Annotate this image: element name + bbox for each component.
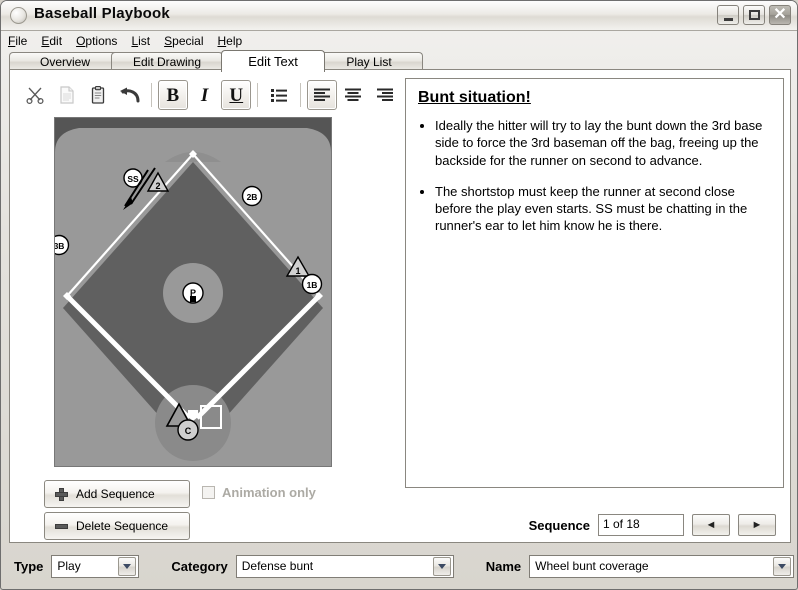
tab-edit-drawing[interactable]: Edit Drawing: [111, 52, 223, 70]
tab-strip: Overview Edit Drawing Edit Text Play Lis…: [9, 50, 791, 72]
category-value: Defense bunt: [241, 559, 314, 573]
add-sequence-label: Add Sequence: [76, 487, 155, 501]
bottom-bar: Type Play Category Defense bunt Name Whe…: [2, 546, 796, 586]
marker-c: C: [177, 419, 199, 441]
name-value: Wheel bunt coverage: [535, 559, 649, 573]
tab-overview[interactable]: Overview: [9, 52, 121, 70]
document-title: Bunt situation!: [418, 89, 531, 106]
undo-button[interactable]: [115, 80, 145, 110]
marker-2b: 2B: [241, 185, 263, 207]
minimize-icon: [724, 18, 733, 21]
window-controls: ✕: [717, 5, 791, 25]
align-center-icon: [345, 88, 362, 101]
cut-icon: [26, 87, 44, 105]
app-logo-icon: [10, 7, 27, 24]
underline-button[interactable]: U: [221, 80, 252, 110]
checkbox-box[interactable]: [202, 486, 215, 499]
type-label: Type: [14, 558, 44, 574]
close-button[interactable]: ✕: [769, 5, 791, 25]
sequence-label: Sequence: [528, 517, 590, 533]
list-item: Ideally the hitter will try to lay the b…: [435, 117, 771, 169]
document-bullets: Ideally the hitter will try to lay the b…: [418, 117, 771, 235]
bold-button[interactable]: B: [157, 80, 188, 110]
align-right-icon: [377, 88, 394, 101]
animation-only-checkbox[interactable]: Animation only: [202, 485, 316, 500]
maximize-button[interactable]: [743, 5, 765, 25]
toolbar-separator-1: [150, 83, 152, 107]
marker-3b: 3B: [55, 234, 70, 256]
marker-p: P: [182, 282, 204, 304]
copy-button[interactable]: [52, 80, 82, 110]
window-title: Baseball Playbook: [34, 5, 170, 22]
cut-button[interactable]: [20, 80, 50, 110]
chevron-down-icon[interactable]: [773, 556, 792, 576]
tab-play-list[interactable]: Play List: [315, 52, 423, 70]
prev-sequence-button[interactable]: ◄: [692, 514, 730, 536]
italic-label: I: [200, 84, 209, 106]
name-dropdown[interactable]: Wheel bunt coverage: [529, 554, 795, 578]
list-item: The shortstop must keep the runner at se…: [435, 183, 771, 235]
tab-edit-text[interactable]: Edit Text: [221, 50, 325, 72]
minimize-button[interactable]: [717, 5, 739, 25]
title-bar: Baseball Playbook ✕: [1, 1, 797, 31]
copy-icon: [59, 86, 74, 104]
next-sequence-button[interactable]: ►: [738, 514, 776, 536]
content-panel: B I U SS 2 2B 3B 1 1B P C Bunt situation…: [9, 69, 791, 543]
paste-button[interactable]: [83, 80, 113, 110]
menu-item-special[interactable]: Special: [164, 34, 203, 48]
field-diagram[interactable]: SS 2 2B 3B 1 1B P C: [54, 117, 332, 467]
menu-item-edit[interactable]: Edit: [41, 34, 62, 48]
svg-text:1B: 1B: [307, 280, 318, 290]
menu-item-options[interactable]: Options: [76, 34, 117, 48]
toolbar-separator-2: [257, 83, 259, 107]
svg-text:SS: SS: [127, 174, 139, 184]
minus-icon: [55, 523, 68, 529]
svg-text:2: 2: [155, 181, 160, 191]
plus-icon: [55, 487, 68, 501]
type-dropdown[interactable]: Play: [51, 554, 140, 578]
underline-label: U: [229, 84, 244, 106]
align-center-button[interactable]: [339, 80, 369, 110]
menu-item-help[interactable]: Help: [218, 34, 243, 48]
bold-label: B: [166, 84, 180, 106]
sequence-navigator: Sequence 1 of 18 ◄ ►: [529, 514, 776, 536]
svg-text:2B: 2B: [247, 192, 258, 202]
svg-text:1: 1: [295, 266, 300, 276]
delete-sequence-button[interactable]: Delete Sequence: [44, 512, 190, 540]
undo-icon: [120, 87, 140, 103]
category-dropdown[interactable]: Defense bunt: [235, 554, 454, 578]
italic-button[interactable]: I: [190, 80, 220, 110]
marker-1b: 1B: [301, 273, 323, 295]
align-left-icon: [313, 88, 330, 101]
chevron-down-icon[interactable]: [118, 556, 137, 576]
align-right-button[interactable]: [370, 80, 400, 110]
svg-text:C: C: [185, 426, 192, 436]
text-editor[interactable]: Bunt situation! Ideally the hitter will …: [405, 78, 784, 488]
delete-sequence-label: Delete Sequence: [76, 519, 169, 533]
add-sequence-button[interactable]: Add Sequence: [44, 480, 190, 508]
animation-only-label: Animation only: [222, 485, 316, 500]
name-label: Name: [485, 558, 522, 574]
type-value: Play: [57, 559, 81, 573]
menu-item-file[interactable]: File: [8, 34, 27, 48]
bullet-list-button[interactable]: [264, 80, 294, 110]
sequence-input[interactable]: 1 of 18: [598, 514, 684, 536]
paste-icon: [92, 85, 105, 104]
close-icon: ✕: [773, 6, 787, 23]
svg-text:3B: 3B: [55, 241, 64, 251]
application-window: Baseball Playbook ✕ File Edit Options Li…: [0, 0, 798, 590]
menu-item-list[interactable]: List: [131, 34, 150, 48]
field-canvas: SS 2 2B 3B 1 1B P C: [55, 118, 331, 466]
category-label: Category: [171, 558, 228, 574]
chevron-down-icon[interactable]: [432, 556, 451, 576]
align-left-button[interactable]: [306, 80, 337, 110]
bullet-list-icon: [270, 89, 287, 102]
toolbar-separator-3: [299, 83, 301, 107]
maximize-icon: [749, 10, 760, 20]
formatting-toolbar: B I U: [20, 78, 400, 112]
menu-bar: File Edit Options List Special Help: [2, 32, 796, 49]
